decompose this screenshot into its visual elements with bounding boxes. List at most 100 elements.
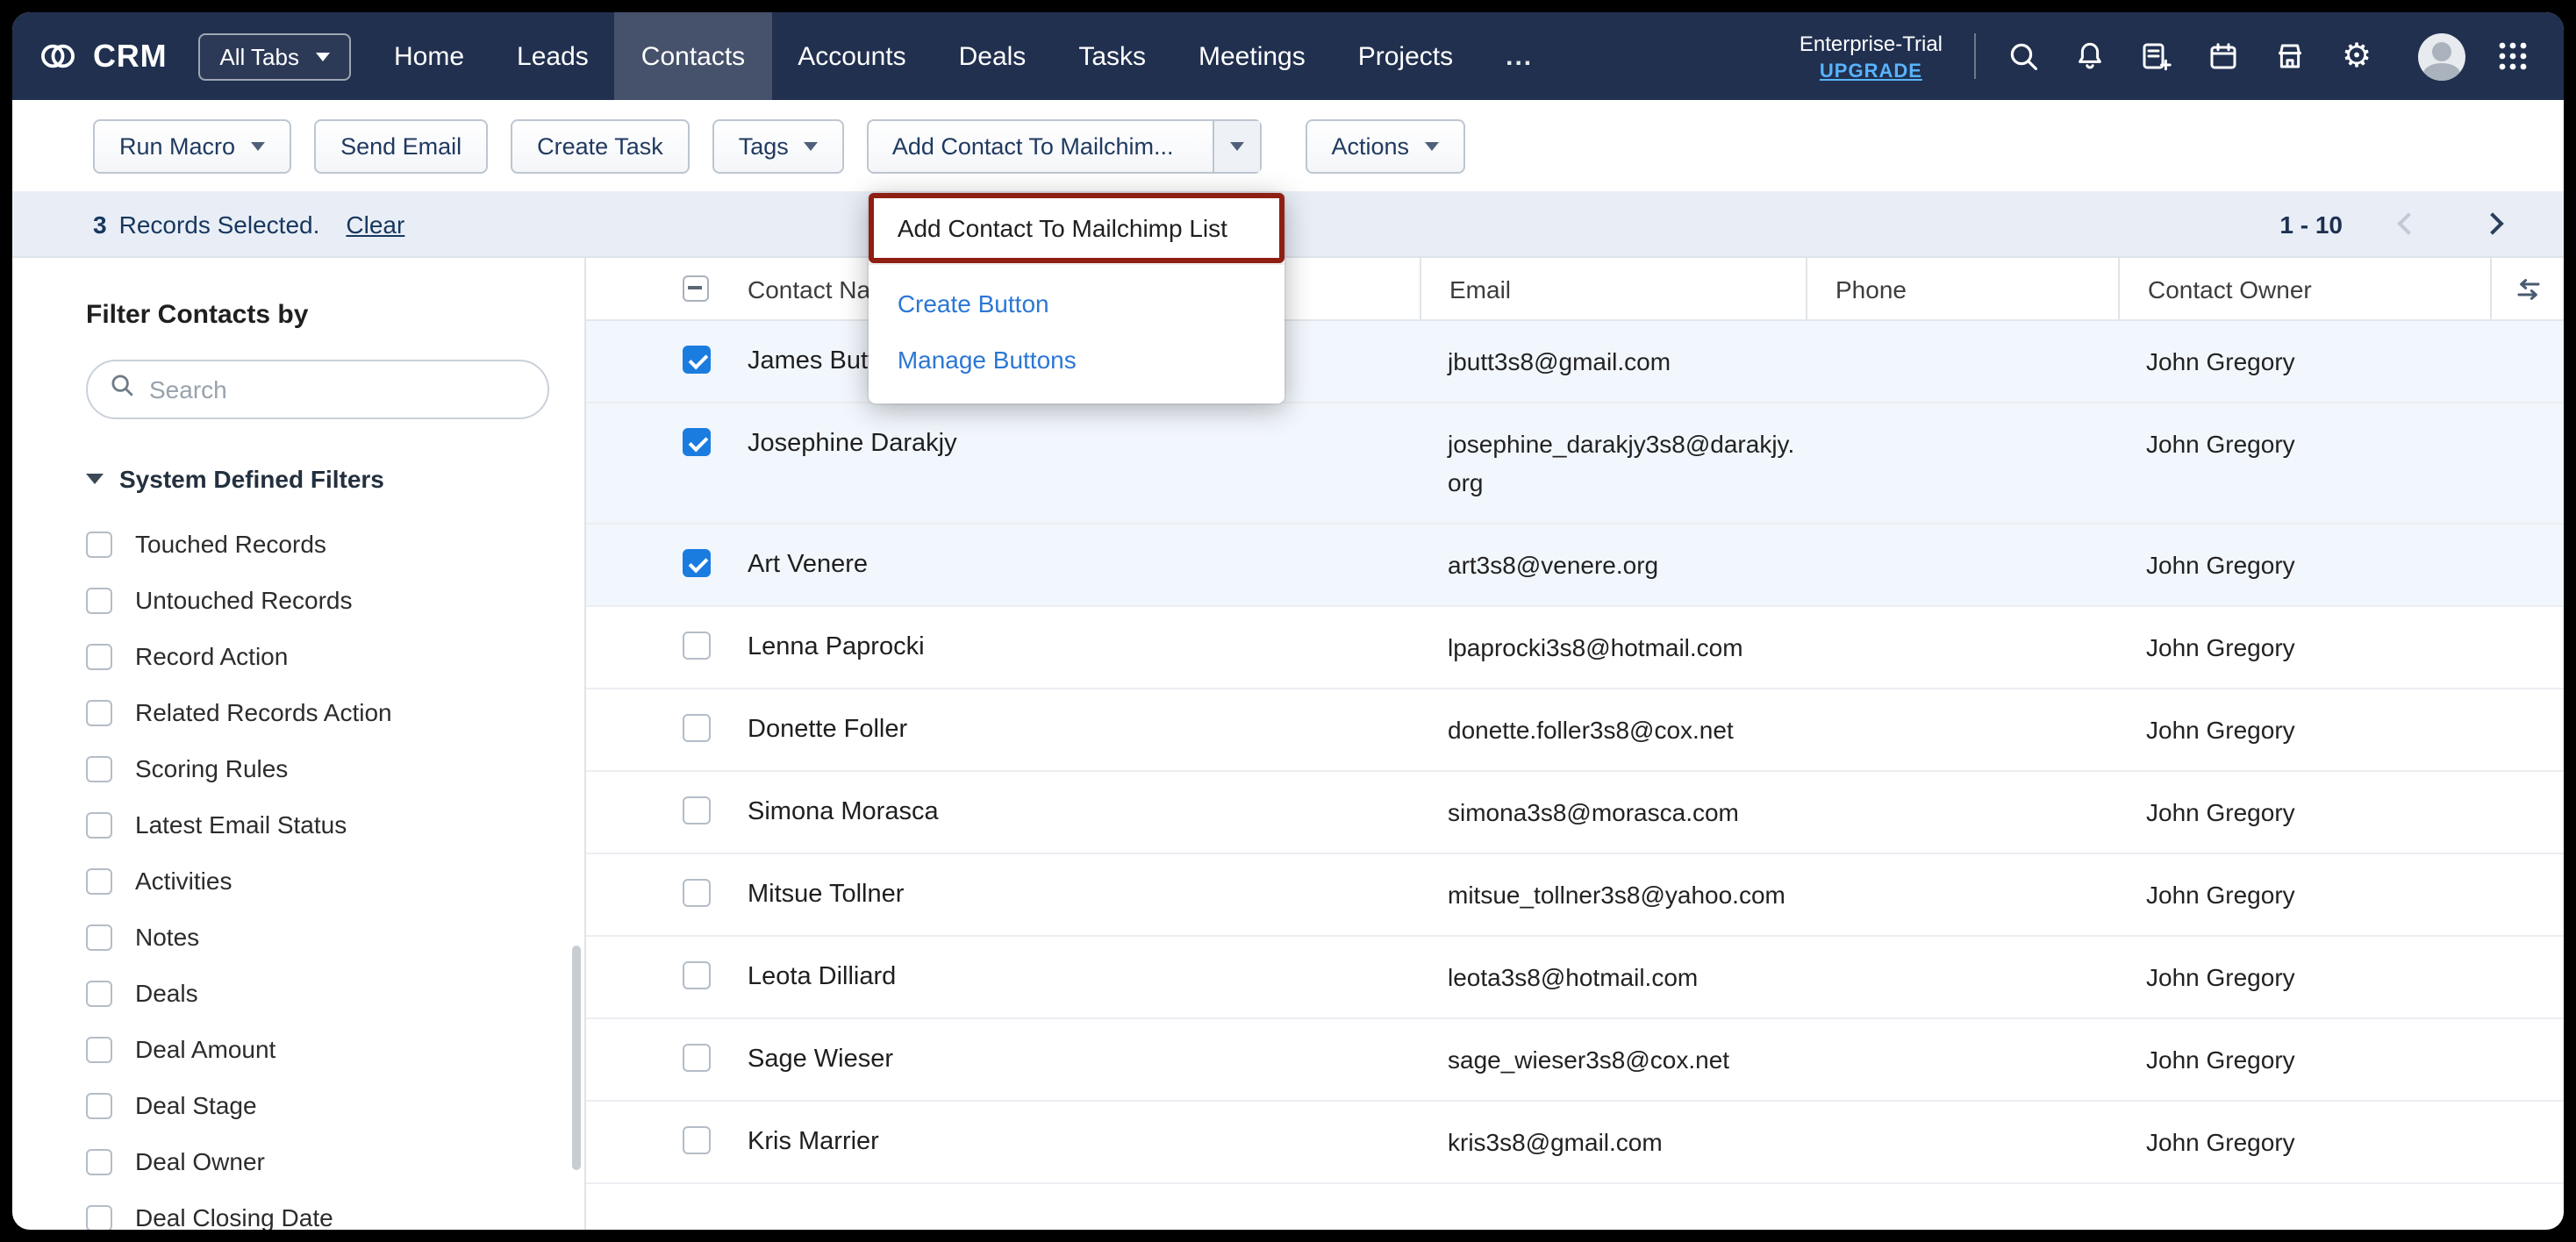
filter-label: Deal Owner bbox=[135, 1147, 265, 1175]
table-row[interactable]: Lenna Paprocki lpaprocki3s8@hotmail.com … bbox=[586, 607, 2564, 689]
contact-name-cell[interactable]: Sage Wieser bbox=[719, 1019, 1420, 1100]
filter-item[interactable]: Deals bbox=[86, 965, 549, 1021]
prev-page-button[interactable] bbox=[2388, 204, 2427, 243]
filter-checkbox[interactable] bbox=[86, 755, 112, 782]
next-page-button[interactable] bbox=[2472, 204, 2511, 243]
row-spacer-cell bbox=[2490, 525, 2564, 605]
table-row[interactable]: Mitsue Tollner mitsue_tollner3s8@yahoo.c… bbox=[586, 854, 2564, 937]
filter-checkbox[interactable] bbox=[86, 587, 112, 613]
column-customize-icon[interactable] bbox=[2490, 258, 2564, 319]
contact-name-cell[interactable]: Mitsue Tollner bbox=[719, 854, 1420, 935]
filter-checkbox[interactable] bbox=[86, 980, 112, 1006]
marketplace-icon[interactable] bbox=[2271, 37, 2309, 75]
table-row[interactable]: Kris Marrier kris3s8@gmail.com John Greg… bbox=[586, 1102, 2564, 1184]
dropdown-link[interactable]: Create Button bbox=[898, 289, 1257, 317]
system-defined-filters-header[interactable]: System Defined Filters bbox=[86, 463, 549, 493]
compose-icon[interactable] bbox=[2137, 37, 2176, 75]
filter-label: Related Records Action bbox=[135, 698, 392, 726]
create-task-button[interactable]: Create Task bbox=[511, 118, 690, 173]
filter-checkbox[interactable] bbox=[86, 811, 112, 838]
nav-item[interactable]: Leads bbox=[490, 12, 615, 100]
table-row[interactable]: Leota Dilliard leota3s8@hotmail.com John… bbox=[586, 937, 2564, 1019]
table-row[interactable]: Simona Morasca simona3s8@morasca.com Joh… bbox=[586, 772, 2564, 854]
row-checkbox[interactable] bbox=[683, 796, 711, 824]
contact-name-cell[interactable]: Donette Foller bbox=[719, 689, 1420, 770]
contact-name-cell[interactable]: Josephine Darakjy bbox=[719, 403, 1420, 523]
filter-item[interactable]: Related Records Action bbox=[86, 684, 549, 740]
all-tabs-dropdown[interactable]: All Tabs bbox=[198, 32, 350, 80]
filter-item[interactable]: Activities bbox=[86, 853, 549, 909]
filter-item[interactable]: Deal Owner bbox=[86, 1133, 549, 1189]
add-to-mailchimp-label[interactable]: Add Contact To Mailchim... bbox=[869, 120, 1197, 171]
filter-checkbox[interactable] bbox=[86, 924, 112, 950]
nav-item[interactable]: Deals bbox=[933, 12, 1053, 100]
filter-item[interactable]: Touched Records bbox=[86, 516, 549, 572]
calendar-icon[interactable] bbox=[2204, 37, 2243, 75]
contact-name-cell[interactable]: Leota Dilliard bbox=[719, 937, 1420, 1017]
contact-name-cell[interactable]: Simona Morasca bbox=[719, 772, 1420, 853]
filter-checkbox[interactable] bbox=[86, 1036, 112, 1062]
filter-checkbox[interactable] bbox=[86, 1092, 112, 1118]
column-header-phone[interactable]: Phone bbox=[1806, 258, 2118, 319]
row-checkbox[interactable] bbox=[683, 632, 711, 660]
upgrade-link[interactable]: UPGRADE bbox=[1820, 61, 1922, 82]
contact-name-cell[interactable]: Art Venere bbox=[719, 525, 1420, 605]
filter-item[interactable]: Deal Closing Date bbox=[86, 1189, 549, 1230]
row-checkbox[interactable] bbox=[683, 549, 711, 577]
actions-button[interactable]: Actions bbox=[1305, 118, 1465, 173]
sidebar-scrollbar-thumb[interactable] bbox=[572, 946, 581, 1170]
row-checkbox[interactable] bbox=[683, 346, 711, 374]
apps-grid-icon[interactable] bbox=[2494, 37, 2532, 75]
row-checkbox[interactable] bbox=[683, 879, 711, 907]
nav-item[interactable]: Contacts bbox=[615, 12, 771, 100]
column-header-email[interactable]: Email bbox=[1420, 258, 1806, 319]
table-row[interactable]: Josephine Darakjy josephine_darakjy3s8@d… bbox=[586, 403, 2564, 525]
table-row[interactable]: Art Venere art3s8@venere.org John Gregor… bbox=[586, 525, 2564, 607]
nav-item[interactable]: Meetings bbox=[1172, 12, 1332, 100]
dropdown-link[interactable]: Manage Buttons bbox=[898, 345, 1257, 373]
column-header-contact-owner[interactable]: Contact Owner bbox=[2118, 258, 2490, 319]
row-checkbox[interactable] bbox=[683, 1126, 711, 1154]
filter-item[interactable]: Scoring Rules bbox=[86, 740, 549, 796]
filter-item[interactable]: Latest Email Status bbox=[86, 796, 549, 853]
filter-checkbox[interactable] bbox=[86, 1148, 112, 1174]
row-checkbox[interactable] bbox=[683, 1044, 711, 1072]
row-spacer-cell bbox=[2490, 772, 2564, 853]
filter-checkbox[interactable] bbox=[86, 643, 112, 669]
nav-item[interactable]: Projects bbox=[1332, 12, 1479, 100]
user-avatar[interactable] bbox=[2418, 32, 2465, 80]
row-checkbox[interactable] bbox=[683, 428, 711, 456]
filter-item[interactable]: Record Action bbox=[86, 628, 549, 684]
contact-name-cell[interactable]: Lenna Paprocki bbox=[719, 607, 1420, 688]
nav-item[interactable]: Tasks bbox=[1052, 12, 1172, 100]
filter-checkbox[interactable] bbox=[86, 867, 112, 894]
filter-checkbox[interactable] bbox=[86, 699, 112, 725]
contact-name-cell[interactable]: Kris Marrier bbox=[719, 1102, 1420, 1182]
select-all-checkbox-indeterminate[interactable] bbox=[683, 275, 709, 302]
nav-item[interactable]: Home bbox=[368, 12, 490, 100]
nav-more-button[interactable]: ... bbox=[1479, 12, 1559, 100]
row-checkbox[interactable] bbox=[683, 714, 711, 742]
filter-search-input[interactable] bbox=[149, 375, 526, 403]
filter-item[interactable]: Deal Amount bbox=[86, 1021, 549, 1077]
filter-item[interactable]: Untouched Records bbox=[86, 572, 549, 628]
filter-item[interactable]: Deal Stage bbox=[86, 1077, 549, 1133]
row-checkbox[interactable] bbox=[683, 961, 711, 989]
settings-gear-icon[interactable]: ⚙ bbox=[2337, 37, 2376, 75]
dropdown-item-add-contact-to-mailchimp-list[interactable]: Add Contact To Mailchimp List bbox=[869, 192, 1285, 262]
filter-item[interactable]: Notes bbox=[86, 909, 549, 965]
run-macro-button[interactable]: Run Macro bbox=[93, 118, 291, 173]
owner-cell: John Gregory bbox=[2118, 403, 2490, 523]
search-icon[interactable] bbox=[2004, 37, 2043, 75]
table-row[interactable]: Sage Wieser sage_wieser3s8@cox.net John … bbox=[586, 1019, 2564, 1102]
notifications-bell-icon[interactable] bbox=[2071, 37, 2109, 75]
clear-selection-link[interactable]: Clear bbox=[346, 210, 404, 238]
tags-button[interactable]: Tags bbox=[712, 118, 845, 173]
mailchimp-dropdown-arrow[interactable] bbox=[1212, 120, 1259, 171]
filter-checkbox[interactable] bbox=[86, 531, 112, 557]
send-email-button[interactable]: Send Email bbox=[314, 118, 488, 173]
add-to-mailchimp-button[interactable]: Add Contact To Mailchim... Add Contact T… bbox=[868, 118, 1262, 173]
nav-item[interactable]: Accounts bbox=[771, 12, 932, 100]
filter-checkbox[interactable] bbox=[86, 1204, 112, 1230]
table-row[interactable]: Donette Foller donette.foller3s8@cox.net… bbox=[586, 689, 2564, 772]
